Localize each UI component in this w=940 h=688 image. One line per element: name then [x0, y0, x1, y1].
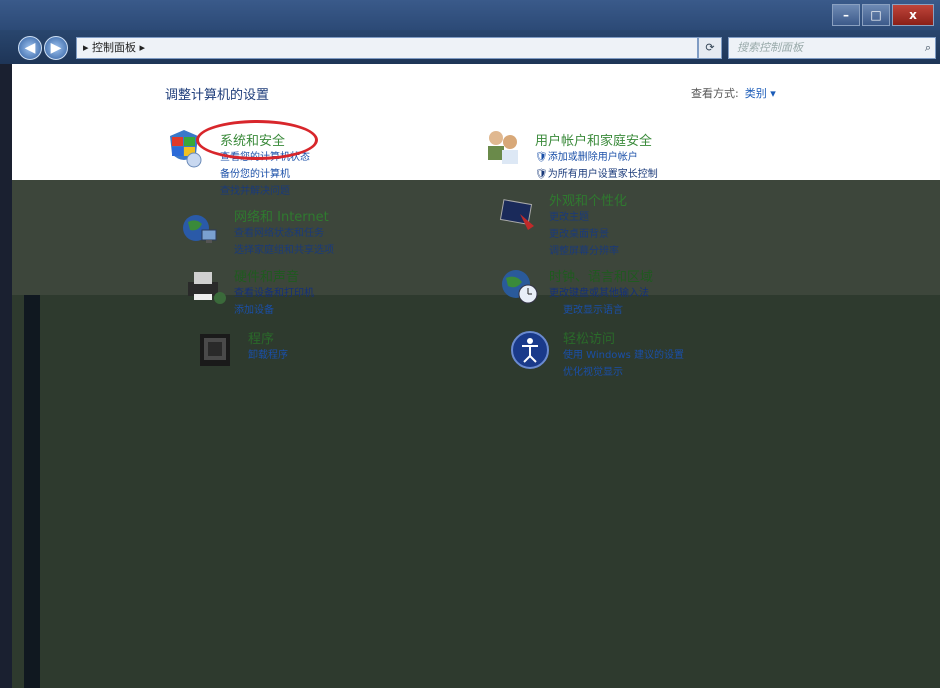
- clock-globe-icon: [498, 266, 538, 306]
- address-toolbar: ◀ ▶ ▸ 控制面板 ▸ ⟳ 搜索控制面板 ⌕: [0, 30, 940, 64]
- parental-controls-label: 为所有用户设置家长控制: [547, 169, 658, 180]
- ease-of-access-link[interactable]: 轻松访问: [563, 328, 684, 347]
- breadcrumb[interactable]: ▸ 控制面板 ▸: [83, 41, 145, 54]
- address-bar[interactable]: ▸ 控制面板 ▸: [76, 37, 698, 59]
- devices-printers-link[interactable]: 查看设备和打印机: [234, 285, 314, 302]
- appearance-link[interactable]: 外观和个性化: [549, 190, 627, 209]
- appearance-icon: [498, 196, 538, 236]
- clock-region-link[interactable]: 时钟、语言和区域: [549, 266, 653, 285]
- category-users: 用户帐户和家庭安全 🛡添加或删除用户帐户 🛡为所有用户设置家长控制: [535, 130, 658, 183]
- parental-controls-link[interactable]: 🛡为所有用户设置家长控制: [535, 166, 658, 183]
- add-remove-users-link[interactable]: 🛡添加或删除用户帐户: [535, 149, 658, 166]
- back-button[interactable]: ◀: [18, 36, 42, 60]
- change-background-link[interactable]: 更改桌面背景: [549, 226, 627, 243]
- left-frame: [0, 64, 12, 688]
- category-ease-of-access: 轻松访问 使用 Windows 建议的设置 优化视觉显示: [563, 328, 684, 381]
- view-by-label: 查看方式:: [691, 87, 739, 100]
- network-status-link[interactable]: 查看网络状态和任务: [234, 225, 334, 242]
- forward-button[interactable]: ▶: [44, 36, 68, 60]
- network-internet-link[interactable]: 网络和 Internet: [234, 206, 334, 225]
- printer-icon: [184, 268, 226, 308]
- add-device-link[interactable]: 添加设备: [234, 302, 314, 319]
- search-input[interactable]: 搜索控制面板 ⌕: [728, 37, 936, 59]
- category-hardware: 硬件和声音 查看设备和打印机 添加设备: [234, 266, 314, 319]
- category-appearance: 外观和个性化 更改主题 更改桌面背景 调整屏幕分辨率: [549, 190, 627, 260]
- page-title: 调整计算机的设置: [165, 88, 270, 103]
- refresh-icon[interactable]: ⟳: [698, 37, 722, 59]
- recommended-settings-link[interactable]: 使用 Windows 建议的设置: [563, 347, 684, 364]
- screen-resolution-link[interactable]: 调整屏幕分辨率: [549, 243, 627, 260]
- category-network: 网络和 Internet 查看网络状态和任务 选择家庭组和共享选项: [234, 206, 334, 259]
- users-icon: [484, 128, 524, 168]
- search-placeholder: 搜索控制面板: [737, 41, 803, 54]
- add-remove-users-label: 添加或删除用户帐户: [547, 152, 638, 163]
- maximize-button[interactable]: □: [862, 4, 890, 26]
- content-area: [12, 64, 940, 180]
- optimize-display-link[interactable]: 优化视觉显示: [563, 364, 684, 381]
- troubleshoot-link[interactable]: 查找并解决问题: [220, 183, 310, 200]
- search-icon[interactable]: ⌕: [925, 38, 931, 58]
- globe-network-icon: [180, 210, 220, 250]
- left-shadow: [24, 295, 40, 688]
- uac-shield-icon: 🛡: [535, 152, 548, 163]
- programs-icon: [196, 330, 236, 370]
- uac-shield-icon: 🛡: [535, 169, 548, 180]
- change-theme-link[interactable]: 更改主题: [549, 209, 627, 226]
- hardware-sound-link[interactable]: 硬件和声音: [234, 266, 314, 285]
- control-panel-window: – □ x ◀ ▶ ▸ 控制面板 ▸ ⟳ 搜索控制面板 ⌕ 调整计算机的设置 查…: [0, 0, 940, 688]
- user-accounts-link[interactable]: 用户帐户和家庭安全: [535, 130, 658, 149]
- annotation-circle: [196, 120, 318, 160]
- homegroup-link[interactable]: 选择家庭组和共享选项: [234, 242, 334, 259]
- view-by: 查看方式: 类别 ▾: [691, 85, 776, 101]
- title-bar: – □ x: [0, 0, 940, 30]
- category-programs: 程序 卸载程序: [248, 328, 288, 364]
- uninstall-program-link[interactable]: 卸载程序: [248, 347, 288, 364]
- keyboard-input-link[interactable]: 更改键盘或其他输入法: [549, 285, 653, 302]
- ease-of-access-icon: [510, 330, 550, 370]
- view-by-dropdown[interactable]: 类别 ▾: [745, 87, 776, 100]
- display-language-link[interactable]: 更改显示语言: [549, 302, 653, 319]
- close-button[interactable]: x: [892, 4, 934, 26]
- minimize-button[interactable]: –: [832, 4, 860, 26]
- category-clock-region: 时钟、语言和区域 更改键盘或其他输入法 更改显示语言: [549, 266, 653, 319]
- programs-link[interactable]: 程序: [248, 328, 288, 347]
- backup-computer-link[interactable]: 备份您的计算机: [220, 166, 310, 183]
- content-band: [12, 180, 940, 295]
